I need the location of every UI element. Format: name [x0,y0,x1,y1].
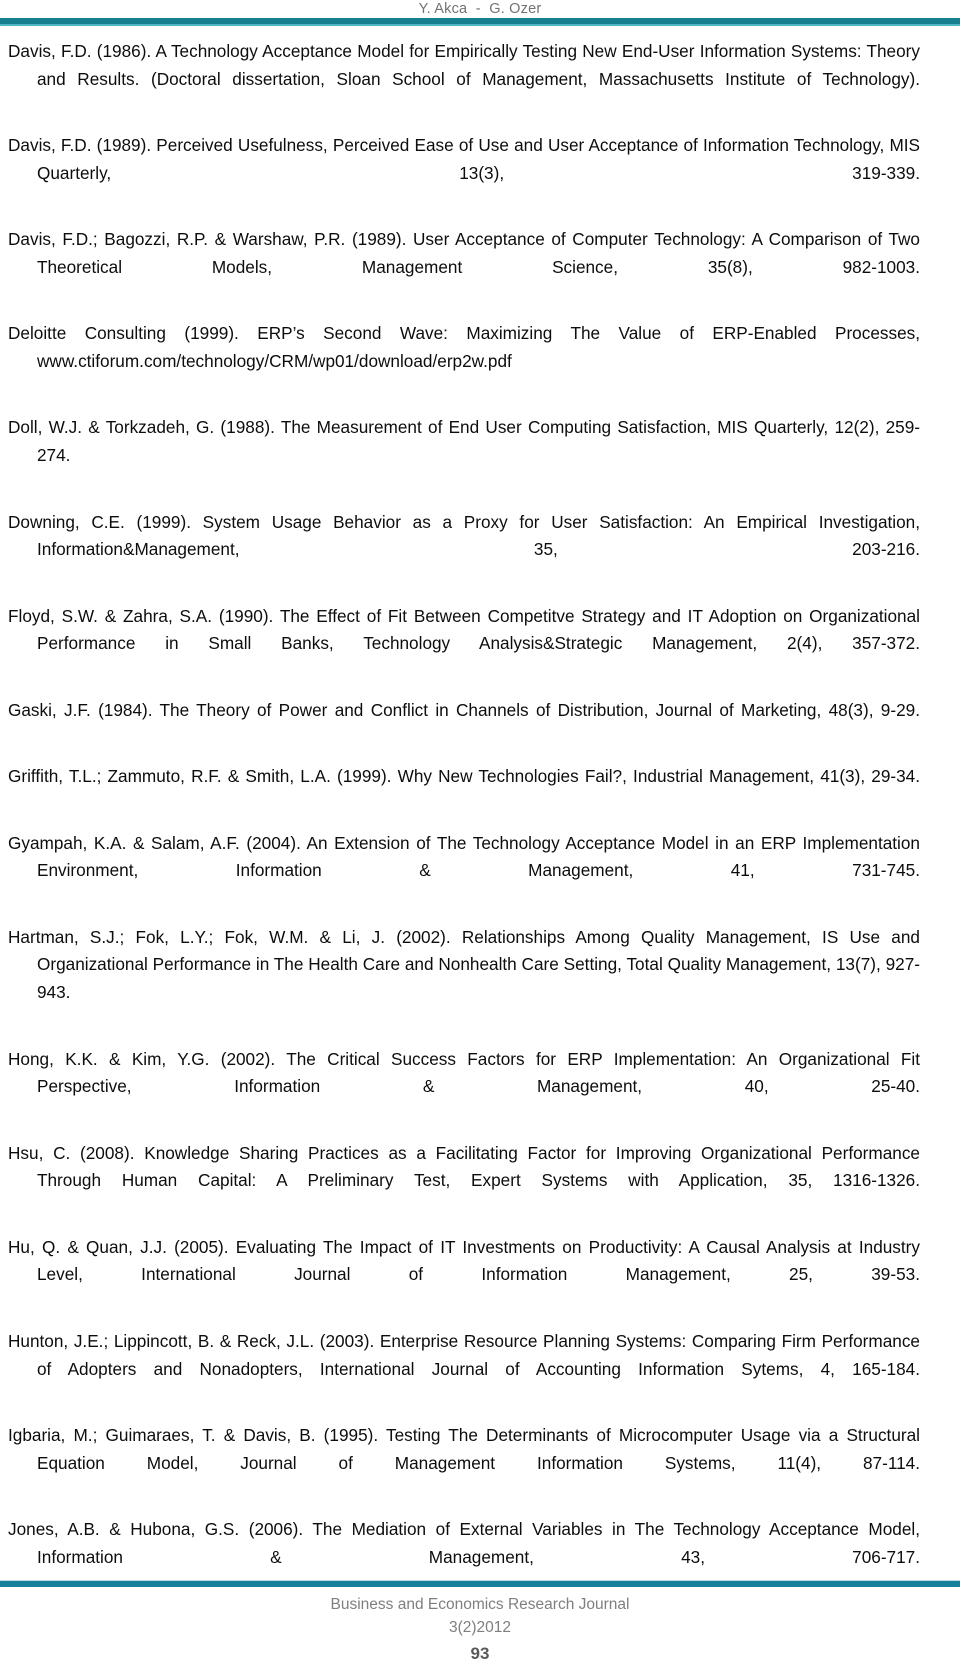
reference-entry: Doll, W.J. & Torkzadeh, G. (1988). The M… [8,417,920,466]
footer-issue: 3(2)2012 [448,1619,512,1636]
reference-entry: Hsu, C. (2008). Knowledge Sharing Practi… [8,1142,920,1191]
running-header: Y. Akca - G. Ozer [418,1,542,17]
reference-entry: Davis, F.D.; Bagozzi, R.P. & Warshaw, P.… [8,229,920,277]
page-number: 93 [470,1644,490,1663]
reference-entry: Hu, Q. & Quan, J.J. (2005). Evaluating T… [8,1236,920,1285]
reference-entry: Deloitte Consulting (1999). ERP’s Second… [8,323,920,372]
document-page: Y. Akca - G. Ozer Davis, F.D. (1986). A … [0,0,960,1667]
reference-entry: Hartman, S.J.; Fok, L.Y.; Fok, W.M. & Li… [8,926,920,1003]
footer-journal-title: Business and Economics Research Journal [330,1596,630,1613]
reference-entry: Downing, C.E. (1999). System Usage Behav… [8,511,920,560]
header-divider-rule [0,18,960,26]
reference-entry: Gyampah, K.A. & Salam, A.F. (2004). An E… [8,832,920,881]
reference-entry: Gaski, J.F. (1984). The Theory of Power … [8,699,920,720]
reference-entry: Floyd, S.W. & Zahra, S.A. (1990). The Ef… [8,605,920,654]
footer-rule-thick [0,1581,960,1587]
reference-list: Davis, F.D. (1986). A Technology Accepta… [8,38,920,1610]
reference-entry: Hunton, J.E.; Lippincott, B. & Reck, J.L… [8,1330,920,1379]
reference-entry: Davis, F.D. (1986). A Technology Accepta… [8,41,920,89]
reference-entry: Igbaria, M.; Guimaraes, T. & Davis, B. (… [8,1424,920,1473]
reference-entry: Davis, F.D. (1989). Perceived Usefulness… [8,135,920,183]
page-footer: Business and Economics Research Journal … [0,1593,960,1667]
footer-divider-rule [0,1580,960,1587]
header-rule-thin [0,24,960,26]
reference-entry: Hong, K.K. & Kim, Y.G. (2002). The Criti… [8,1048,920,1097]
reference-entry: Griffith, T.L.; Zammuto, R.F. & Smith, L… [8,766,920,787]
